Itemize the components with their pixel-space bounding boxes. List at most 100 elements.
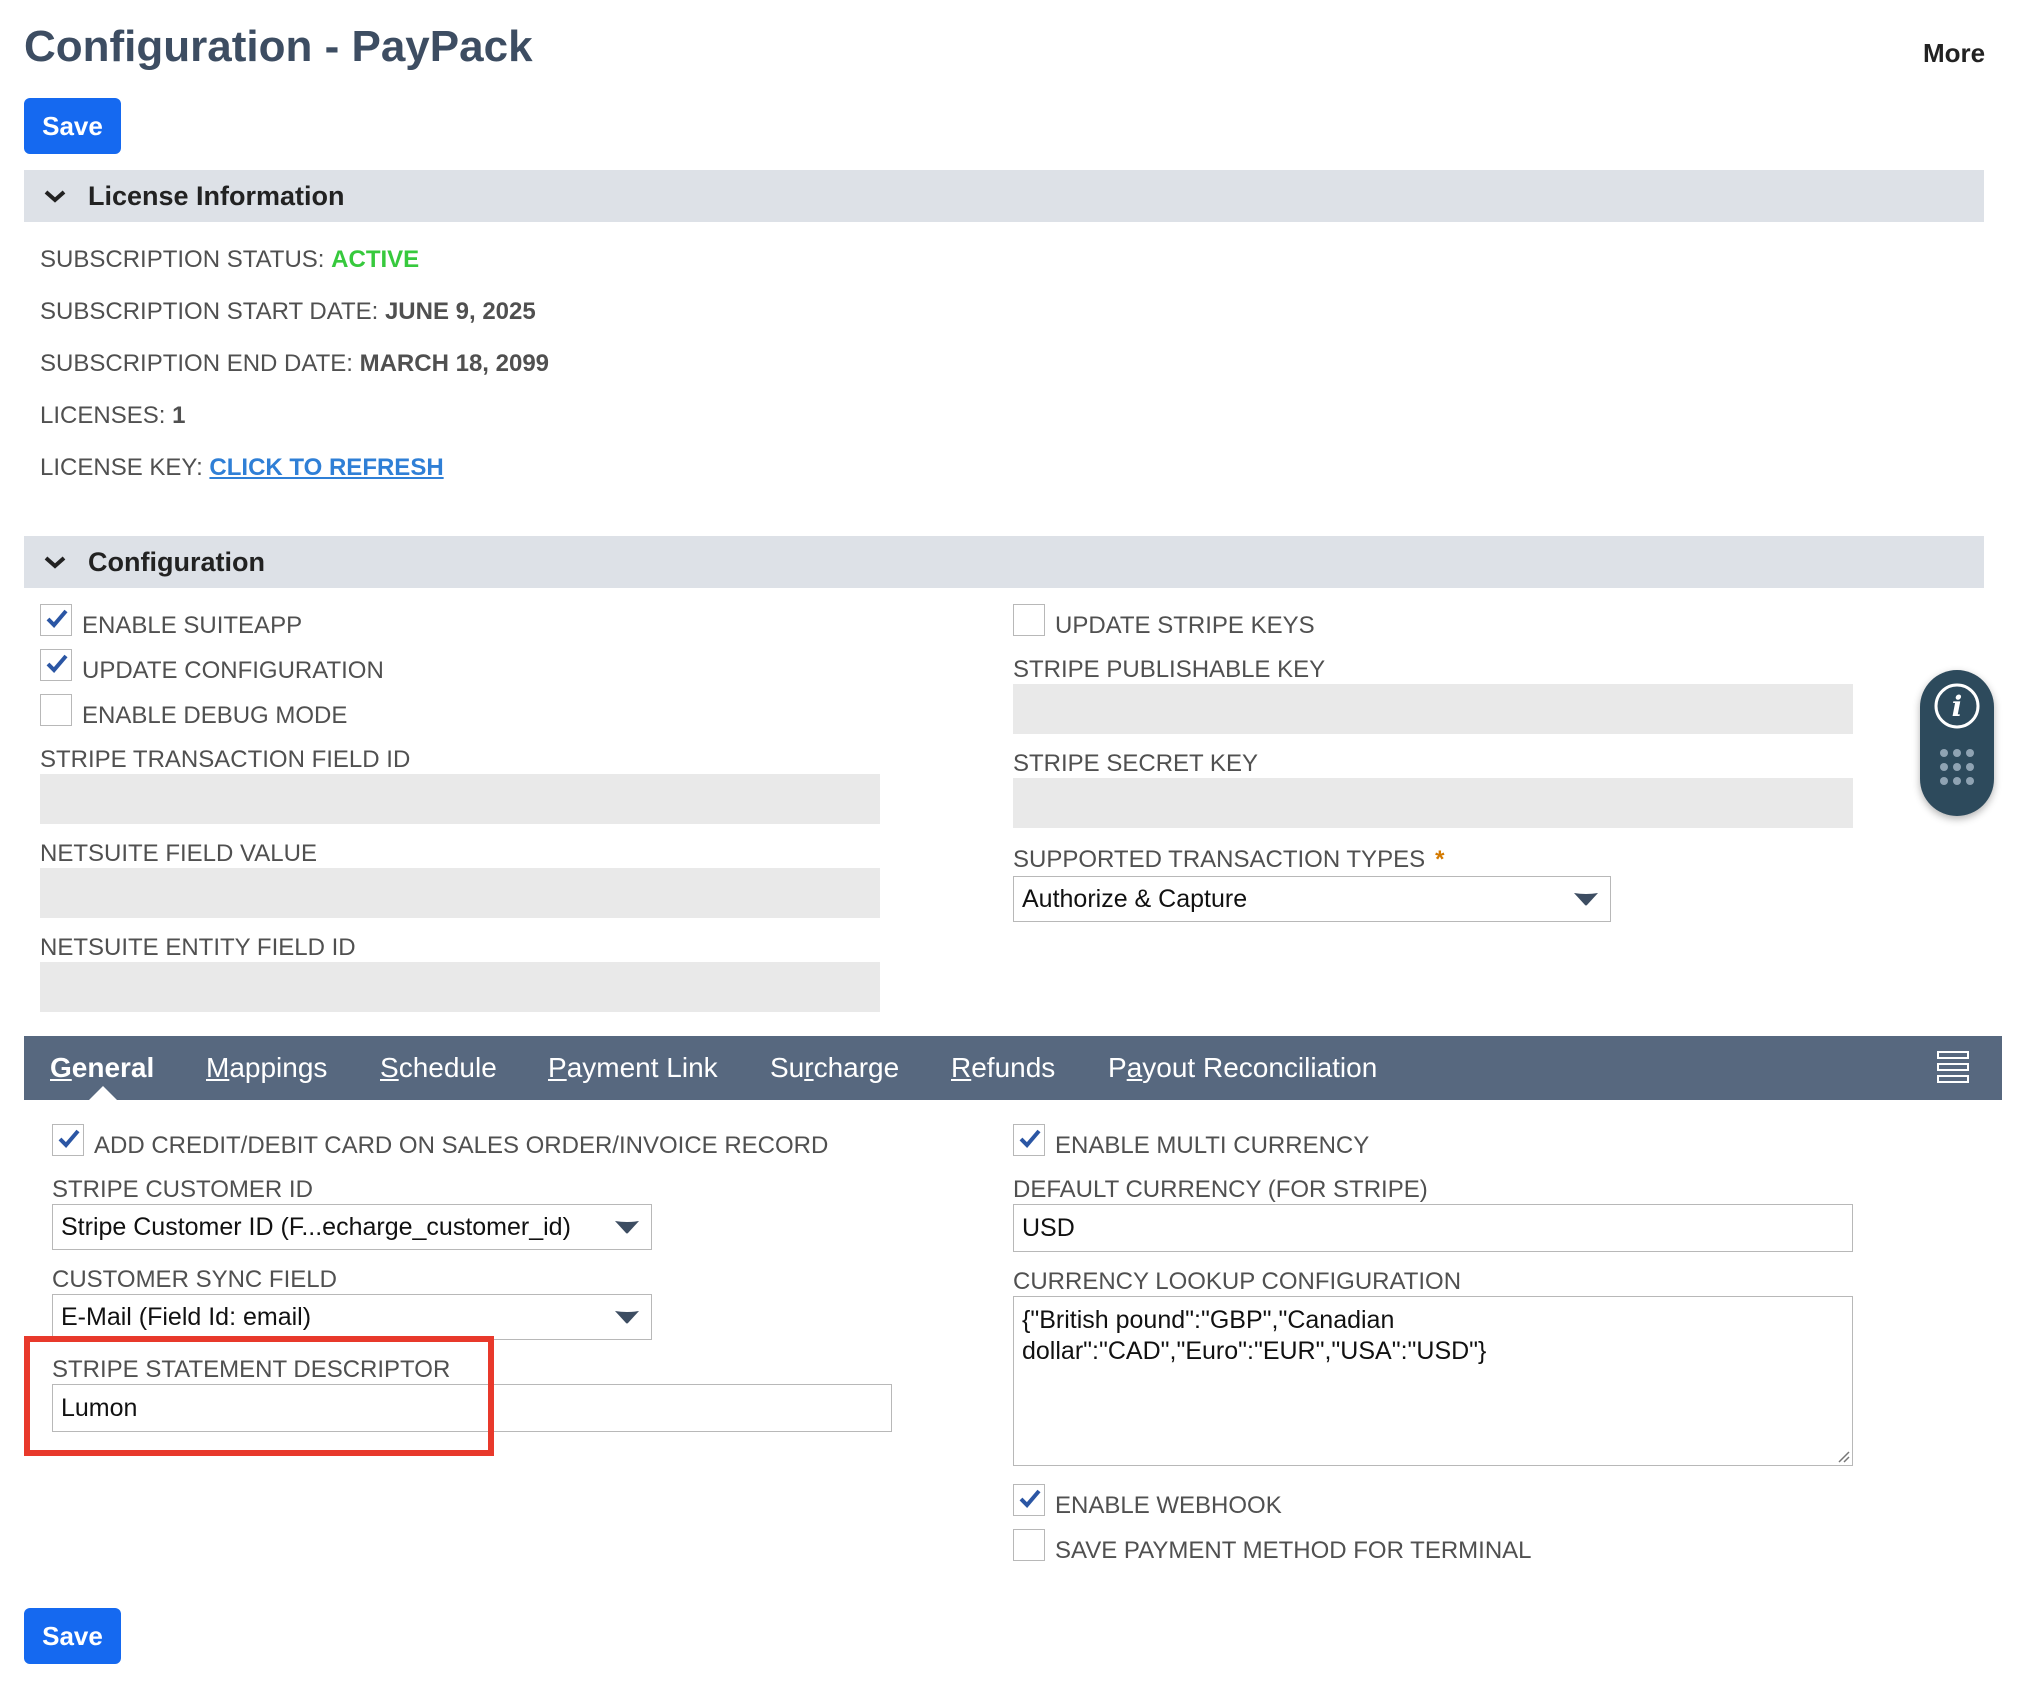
save-button-top[interactable]: Save xyxy=(24,98,121,154)
save-payment-method-terminal-checkbox-row[interactable]: SAVE PAYMENT METHOD FOR TERMINAL xyxy=(1013,1525,1532,1565)
enable-suiteapp-checkbox[interactable] xyxy=(40,604,72,636)
stripe-customer-id-value: Stripe Customer ID (F...echarge_customer… xyxy=(61,1212,571,1241)
active-tab-indicator xyxy=(89,1086,117,1100)
tab-refunds-hotkey: R xyxy=(951,1052,972,1083)
netsuite-entity-field-id-field xyxy=(40,962,880,1012)
enable-multi-currency-checkbox-row[interactable]: ENABLE MULTI CURRENCY xyxy=(1013,1120,1369,1160)
enable-suiteapp-checkbox-row[interactable]: ENABLE SUITEAPP xyxy=(40,600,302,640)
currency-lookup-label: CURRENCY LOOKUP CONFIGURATION xyxy=(1013,1268,1462,1295)
checkmark-icon xyxy=(46,609,68,628)
info-icon: i xyxy=(1934,683,1980,785)
tab-payout-reconciliation[interactable]: Payout Reconciliation xyxy=(1108,1052,1377,1084)
save-payment-method-terminal-checkbox[interactable] xyxy=(1013,1529,1045,1561)
licenses-count: LICENSES: 1 xyxy=(40,402,185,430)
supported-transaction-types-select[interactable]: Authorize & Capture xyxy=(1013,876,1611,922)
checkmark-icon xyxy=(1019,1129,1041,1148)
tab-surcharge-hotkey: r xyxy=(804,1052,814,1083)
tab-general-hotkey: G xyxy=(50,1052,72,1083)
update-stripe-keys-checkbox[interactable] xyxy=(1013,604,1045,636)
side-info-widget[interactable]: i xyxy=(1920,670,1994,816)
stripe-secret-key-field xyxy=(1013,778,1853,828)
enable-multi-currency-checkbox[interactable] xyxy=(1013,1124,1045,1156)
subscription-status-label: SUBSCRIPTION STATUS: xyxy=(40,246,325,273)
stripe-publishable-key-field xyxy=(1013,684,1853,734)
subscription-status: SUBSCRIPTION STATUS: ACTIVE xyxy=(40,246,419,274)
licenses-label: LICENSES: xyxy=(40,402,166,429)
start-date-value: JUNE 9, 2025 xyxy=(384,298,536,325)
tab-payout-hotkey: a xyxy=(1126,1052,1143,1083)
save-button-bottom[interactable]: Save xyxy=(24,1608,121,1664)
supported-transaction-types-label: SUPPORTED TRANSACTION TYPES * xyxy=(1013,846,1444,874)
dropdown-arrow-icon xyxy=(1574,893,1598,906)
customer-sync-field-value: E-Mail (Field Id: email) xyxy=(61,1302,312,1331)
subscription-end-date: SUBSCRIPTION END DATE: MARCH 18, 2099 xyxy=(40,350,549,378)
tab-schedule-label: chedule xyxy=(398,1052,497,1083)
svg-text:i: i xyxy=(1952,690,1963,723)
update-configuration-checkbox-row[interactable]: UPDATE CONFIGURATION xyxy=(40,645,384,685)
stripe-publishable-key-label: STRIPE PUBLISHABLE KEY xyxy=(1013,656,1326,683)
add-card-checkbox-row[interactable]: ADD CREDIT/DEBIT CARD ON SALES ORDER/INV… xyxy=(52,1120,828,1160)
stripe-transaction-field-id-label: STRIPE TRANSACTION FIELD ID xyxy=(40,746,411,773)
start-date-label: SUBSCRIPTION START DATE: xyxy=(40,298,379,325)
license-key-label: LICENSE KEY: xyxy=(40,454,203,481)
checkmark-icon xyxy=(1019,1489,1041,1508)
enable-webhook-checkbox-row[interactable]: ENABLE WEBHOOK xyxy=(1013,1480,1282,1520)
refresh-license-link[interactable]: CLICK TO REFRESH xyxy=(209,454,443,481)
update-configuration-label: UPDATE CONFIGURATION xyxy=(82,657,384,684)
tab-refunds-label: efunds xyxy=(971,1052,1056,1083)
tab-payment-link[interactable]: Payment Link xyxy=(548,1052,718,1084)
hamburger-menu-icon[interactable] xyxy=(1936,1050,1970,1084)
checkmark-icon xyxy=(58,1129,80,1148)
enable-debug-mode-checkbox-row[interactable]: ENABLE DEBUG MODE xyxy=(40,690,347,730)
tab-surcharge-label: charge xyxy=(813,1052,900,1083)
chevron-down-icon xyxy=(44,190,66,203)
supported-transaction-types-value: Authorize & Capture xyxy=(1022,884,1248,913)
enable-debug-mode-checkbox[interactable] xyxy=(40,694,72,726)
currency-lookup-line-2: dollar":"CAD","Euro":"EUR","USA":"USD"} xyxy=(1022,1337,1487,1365)
license-section-header[interactable]: License Information xyxy=(24,170,1984,222)
stripe-statement-descriptor-value: Lumon xyxy=(61,1393,138,1422)
default-currency-value: USD xyxy=(1022,1213,1075,1242)
tab-surcharge-prefix: Su xyxy=(770,1052,805,1083)
subscription-start-date: SUBSCRIPTION START DATE: JUNE 9, 2025 xyxy=(40,298,536,326)
currency-lookup-line-1: {"British pound":"GBP","Canadian xyxy=(1022,1306,1395,1334)
add-card-checkbox[interactable] xyxy=(52,1124,84,1156)
tab-mappings-hotkey: M xyxy=(206,1052,230,1083)
currency-lookup-textarea[interactable]: {"British pound":"GBP","Canadian dollar"… xyxy=(1013,1296,1853,1466)
subtab-bar: General Mappings Schedule Payment Link S… xyxy=(24,1036,2002,1100)
page-title: Configuration - PayPack xyxy=(24,22,533,71)
netsuite-field-value-label: NETSUITE FIELD VALUE xyxy=(40,840,317,867)
enable-debug-mode-label: ENABLE DEBUG MODE xyxy=(82,702,348,729)
checkmark-icon xyxy=(46,654,68,673)
netsuite-field-value-field xyxy=(40,868,880,918)
enable-webhook-label: ENABLE WEBHOOK xyxy=(1055,1492,1282,1519)
update-configuration-checkbox[interactable] xyxy=(40,649,72,681)
tab-payout-prefix: P xyxy=(1108,1052,1127,1083)
enable-webhook-checkbox[interactable] xyxy=(1013,1484,1045,1516)
subscription-status-value: ACTIVE xyxy=(331,246,420,273)
update-stripe-keys-checkbox-row[interactable]: UPDATE STRIPE KEYS xyxy=(1013,600,1315,640)
required-marker: * xyxy=(1435,846,1445,873)
configuration-section-header[interactable]: Configuration xyxy=(24,536,1984,588)
resize-handle-icon[interactable] xyxy=(1836,1449,1850,1463)
tab-schedule[interactable]: Schedule xyxy=(380,1052,497,1084)
tab-refunds[interactable]: Refunds xyxy=(951,1052,1055,1084)
supported-transaction-types-text: SUPPORTED TRANSACTION TYPES xyxy=(1013,846,1426,873)
enable-multi-currency-label: ENABLE MULTI CURRENCY xyxy=(1055,1132,1370,1159)
add-card-label: ADD CREDIT/DEBIT CARD ON SALES ORDER/INV… xyxy=(94,1132,829,1159)
tab-mappings[interactable]: Mappings xyxy=(206,1052,327,1084)
customer-sync-field-select[interactable]: E-Mail (Field Id: email) xyxy=(52,1294,652,1340)
tab-general[interactable]: General xyxy=(50,1052,154,1084)
tab-surcharge[interactable]: Surcharge xyxy=(770,1052,899,1084)
default-currency-input[interactable]: USD xyxy=(1013,1204,1853,1252)
stripe-statement-descriptor-input[interactable]: Lumon xyxy=(52,1384,892,1432)
stripe-secret-key-label: STRIPE SECRET KEY xyxy=(1013,750,1258,777)
dropdown-arrow-icon xyxy=(615,1311,639,1324)
netsuite-entity-field-id-label: NETSUITE ENTITY FIELD ID xyxy=(40,934,356,961)
end-date-label: SUBSCRIPTION END DATE: xyxy=(40,350,353,377)
more-menu-link[interactable]: More xyxy=(1923,38,1985,69)
update-stripe-keys-label: UPDATE STRIPE KEYS xyxy=(1055,612,1315,639)
stripe-customer-id-label: STRIPE CUSTOMER ID xyxy=(52,1176,313,1203)
end-date-value: MARCH 18, 2099 xyxy=(359,350,550,377)
stripe-customer-id-select[interactable]: Stripe Customer ID (F...echarge_customer… xyxy=(52,1204,652,1250)
